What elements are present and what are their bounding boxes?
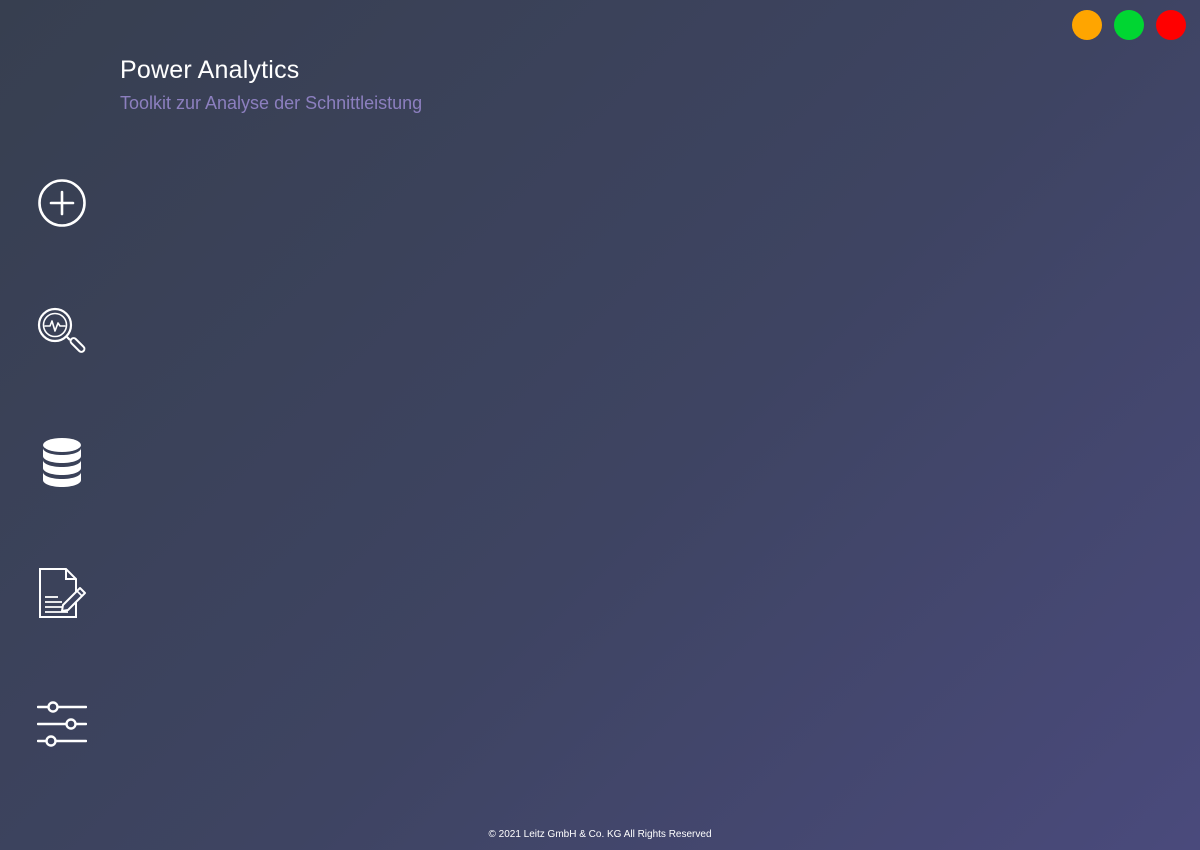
app-window: Power Analytics Toolkit zur Analyse der … xyxy=(0,0,1200,850)
database-icon xyxy=(43,438,81,487)
document-edit-icon xyxy=(39,568,86,618)
plus-circle-icon xyxy=(38,179,86,227)
sidebar-item-new[interactable] xyxy=(34,175,90,231)
app-title: Power Analytics xyxy=(120,56,300,84)
sliders-icon xyxy=(37,701,87,747)
sidebar-item-database[interactable] xyxy=(34,434,90,490)
window-controls xyxy=(1072,10,1186,40)
close-button[interactable] xyxy=(1156,10,1186,40)
sidebar-item-report[interactable] xyxy=(34,565,90,621)
sidebar-item-settings[interactable] xyxy=(34,696,90,752)
app-subtitle: Toolkit zur Analyse der Schnittleistung xyxy=(120,93,423,113)
sidebar-item-analysis[interactable] xyxy=(34,304,90,360)
maximize-button[interactable] xyxy=(1114,10,1144,40)
copyright-footer: © 2021 Leitz GmbH & Co. KG All Rights Re… xyxy=(488,829,712,840)
minimize-button[interactable] xyxy=(1072,10,1102,40)
magnifier-pulse-icon xyxy=(37,307,86,353)
